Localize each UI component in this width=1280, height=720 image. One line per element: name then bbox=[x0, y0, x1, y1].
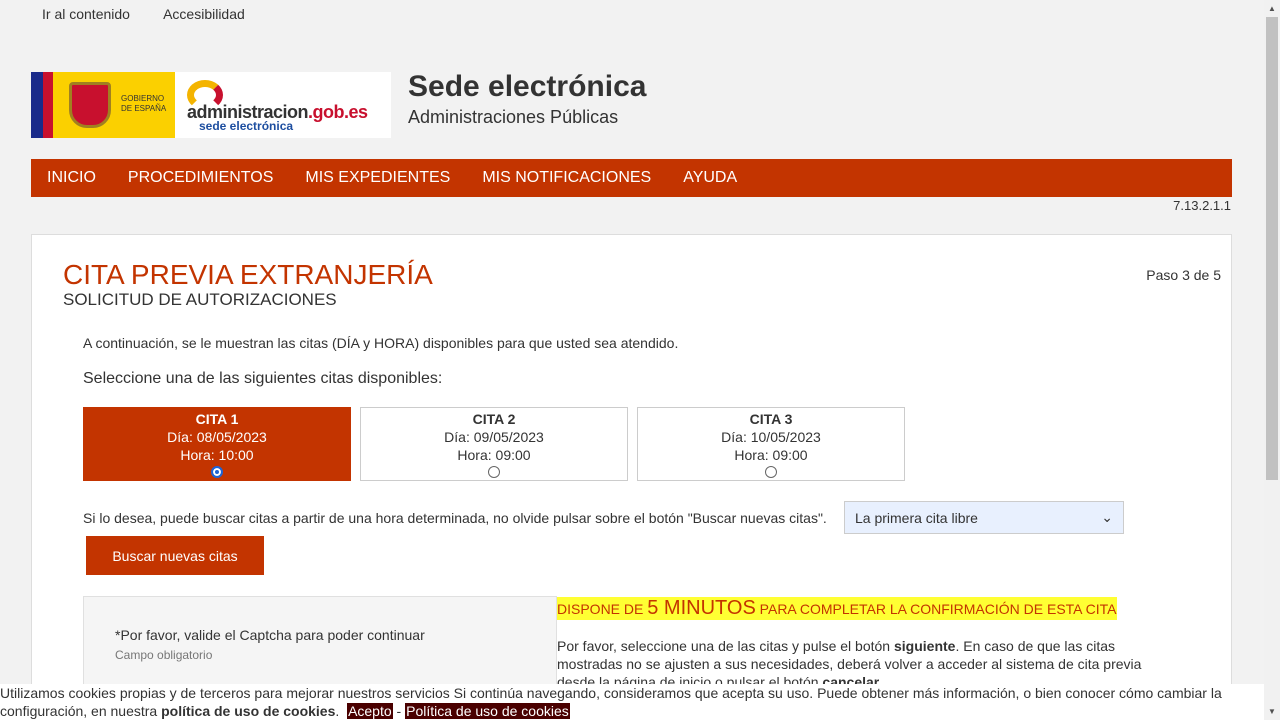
scroll-thumb[interactable] bbox=[1266, 17, 1278, 480]
scrollbar[interactable]: ▲ ▼ bbox=[1264, 0, 1280, 720]
nav-mis-notificaciones[interactable]: MIS NOTIFICACIONES bbox=[482, 169, 651, 187]
administracion-gob-logo: administracion.gob.es sede electrónica bbox=[175, 72, 391, 138]
step-indicator: Paso 3 de 5 bbox=[1146, 267, 1221, 283]
cita-1-radio[interactable] bbox=[211, 466, 223, 478]
cookie-policy-button[interactable]: Política de uso de cookies bbox=[405, 703, 570, 719]
intro-text: A continuación, se le muestran las citas… bbox=[83, 335, 679, 351]
cookie-banner: Utilizamos cookies propias y de terceros… bbox=[0, 684, 1264, 720]
search-hint-text: Si lo desea, puede buscar citas a partir… bbox=[83, 510, 827, 526]
accessibility-link[interactable]: Accesibilidad bbox=[163, 6, 245, 22]
info-text: Por favor, seleccione una de las citas y… bbox=[557, 638, 1142, 690]
cita-3-radio[interactable] bbox=[765, 466, 777, 478]
captcha-message: *Por favor, valide el Captcha para poder… bbox=[115, 627, 425, 643]
coat-of-arms-icon bbox=[69, 82, 111, 128]
time-select[interactable]: La primera cita libre ⌄ bbox=[844, 501, 1124, 534]
main-panel: CITA PREVIA EXTRANJERÍA SOLICITUD DE AUT… bbox=[31, 234, 1232, 720]
scroll-down-icon[interactable]: ▼ bbox=[1264, 703, 1280, 720]
chevron-down-icon: ⌄ bbox=[1101, 509, 1113, 525]
captcha-required-label: Campo obligatorio bbox=[115, 648, 213, 662]
time-limit-notice: DISPONE DE 5 MINUTOS PARA COMPLETAR LA C… bbox=[557, 597, 1117, 620]
buscar-nuevas-citas-button[interactable]: Buscar nuevas citas bbox=[86, 536, 264, 575]
site-title: Sede electrónica bbox=[408, 70, 647, 103]
skip-links: Ir al contenido Accesibilidad bbox=[42, 6, 275, 22]
logo-area[interactable]: GOBIERNO DE ESPAÑA administracion.gob.es… bbox=[31, 72, 391, 138]
accept-cookies-button[interactable]: Acepto bbox=[347, 703, 393, 719]
cita-2-radio[interactable] bbox=[488, 466, 500, 478]
nav-ayuda[interactable]: AYUDA bbox=[683, 169, 737, 187]
page-subtitle: SOLICITUD DE AUTORIZACIONES bbox=[63, 290, 337, 309]
cita-option-1[interactable]: CITA 1 Día: 08/05/2023 Hora: 10:00 bbox=[83, 407, 351, 481]
page-title: CITA PREVIA EXTRANJERÍA bbox=[63, 259, 433, 290]
scroll-up-icon[interactable]: ▲ bbox=[1264, 0, 1280, 17]
version-number: 7.13.2.1.1 bbox=[1173, 198, 1231, 213]
nav-mis-expedientes[interactable]: MIS EXPEDIENTES bbox=[305, 169, 450, 187]
main-navbar: INICIO PROCEDIMIENTOS MIS EXPEDIENTES MI… bbox=[31, 159, 1232, 197]
select-instruction: Seleccione una de las siguientes citas d… bbox=[83, 370, 443, 387]
cookie-policy-link[interactable]: política de uso de cookies bbox=[161, 703, 335, 719]
site-subtitle: Administraciones Públicas bbox=[408, 107, 619, 127]
gobierno-espana-logo: GOBIERNO DE ESPAÑA bbox=[31, 72, 175, 138]
skip-to-content-link[interactable]: Ir al contenido bbox=[42, 6, 130, 22]
cita-option-3[interactable]: CITA 3 Día: 10/05/2023 Hora: 09:00 bbox=[637, 407, 905, 481]
cita-option-2[interactable]: CITA 2 Día: 09/05/2023 Hora: 09:00 bbox=[360, 407, 628, 481]
nav-inicio[interactable]: INICIO bbox=[47, 169, 96, 187]
nav-procedimientos[interactable]: PROCEDIMIENTOS bbox=[128, 169, 274, 187]
